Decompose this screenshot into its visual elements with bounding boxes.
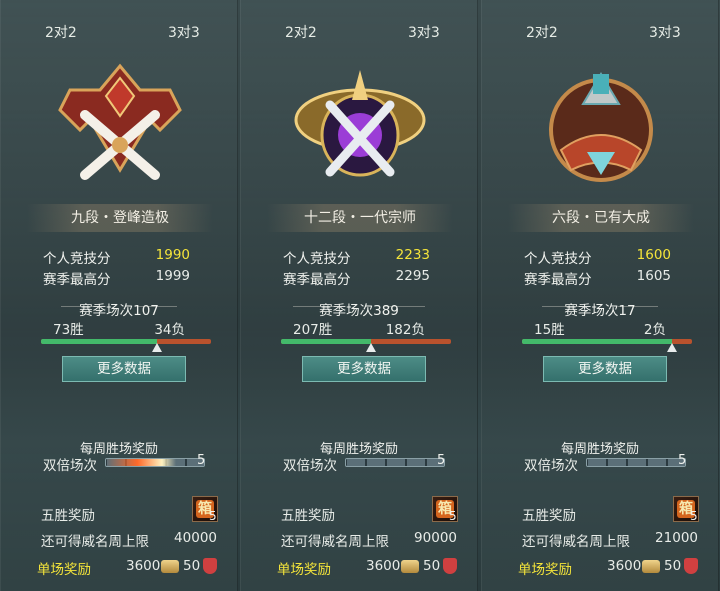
season-high-value: 2295 xyxy=(395,268,430,284)
losses-count: 182负 xyxy=(385,322,425,338)
win-marker xyxy=(151,343,162,352)
single-shield-value: 50 xyxy=(664,558,682,574)
tab-2v2[interactable]: 2对2 xyxy=(45,22,77,42)
rank-title: 九段・登峰造极 xyxy=(27,204,213,232)
five-win-count: 5 xyxy=(690,509,698,523)
five-win-count: 5 xyxy=(449,509,457,523)
double-label: 双倍场次 xyxy=(283,458,337,474)
single-reward-label: 单场奖励 xyxy=(277,562,331,578)
cap-label: 还可得威名周上限 xyxy=(522,534,630,550)
losses-count: 34负 xyxy=(154,322,185,338)
tab-2v2[interactable]: 2对2 xyxy=(526,22,558,42)
mode-tabs: 2对2 3对3 xyxy=(241,0,477,46)
coin-icon xyxy=(642,560,660,573)
season-high-label: 赛季最高分 xyxy=(283,272,351,288)
cap-value: 21000 xyxy=(655,530,698,546)
season-high-value: 1999 xyxy=(155,268,190,284)
mode-tabs: 2对2 3对3 xyxy=(1,0,237,46)
season-matches: 赛季场次107 xyxy=(79,303,159,319)
win-loss-bar xyxy=(281,339,451,352)
wins-count: 207胜 xyxy=(293,322,333,338)
single-reward-label: 单场奖励 xyxy=(37,562,91,578)
wins-count: 73胜 xyxy=(53,322,84,338)
shield-icon xyxy=(203,558,217,574)
coin-icon xyxy=(161,560,179,573)
personal-score-value: 1600 xyxy=(636,247,671,263)
double-bar xyxy=(586,456,692,468)
cap-label: 还可得威名周上限 xyxy=(41,534,149,550)
double-bar xyxy=(345,456,451,468)
single-reward-label: 单场奖励 xyxy=(518,562,572,578)
double-count: 5 xyxy=(437,453,446,468)
rank-title: 十二段・一代宗师 xyxy=(267,204,453,232)
losses-count: 2负 xyxy=(643,322,666,338)
rank-emblem-icon xyxy=(294,70,426,177)
rank-panel-1: 2对2 3对3 九段・登峰造极 个人竞技分 1990 赛季最高分 1999 赛季… xyxy=(0,0,238,591)
cap-value: 40000 xyxy=(174,530,217,546)
win-loss-bar xyxy=(522,339,692,352)
coin-icon xyxy=(401,560,419,573)
cap-value: 90000 xyxy=(414,530,457,546)
cap-label: 还可得威名周上限 xyxy=(281,534,389,550)
season-high-label: 赛季最高分 xyxy=(43,272,111,288)
more-data-button[interactable]: 更多数据 xyxy=(62,356,186,382)
win-fill xyxy=(41,339,157,344)
win-fill xyxy=(522,339,672,344)
personal-score-label: 个人竞技分 xyxy=(524,251,592,267)
personal-score-value: 2233 xyxy=(395,247,430,263)
win-loss-bar xyxy=(41,339,211,352)
win-marker xyxy=(366,343,377,352)
rank-title: 六段・已有大成 xyxy=(508,204,694,232)
season-high-label: 赛季最高分 xyxy=(524,272,592,288)
personal-score-label: 个人竞技分 xyxy=(43,251,111,267)
rank-panel-2: 2对2 3对3 十二段・一代宗师 个人竞技分 2233 赛季最高分 2295 赛… xyxy=(240,0,478,591)
mode-tabs: 2对2 3对3 xyxy=(482,0,718,46)
double-count: 5 xyxy=(197,453,206,468)
five-win-label: 五胜奖励 xyxy=(281,508,335,524)
rank-panel-3: 2对2 3对3 六段・已有大成 个人竞技分 1600 赛季最高分 1605 赛季… xyxy=(481,0,719,591)
shield-icon xyxy=(684,558,698,574)
season-high-value: 1605 xyxy=(636,268,671,284)
shield-icon xyxy=(443,558,457,574)
tab-3v3[interactable]: 3对3 xyxy=(408,22,440,42)
tab-3v3[interactable]: 3对3 xyxy=(168,22,200,42)
single-coin-value: 3600 xyxy=(126,558,161,574)
season-matches: 赛季场次389 xyxy=(319,303,399,319)
season-matches: 赛季场次17 xyxy=(564,303,636,319)
rank-emblem-icon xyxy=(58,63,182,180)
win-marker xyxy=(666,343,677,352)
five-win-count: 5 xyxy=(209,509,217,523)
single-coin-value: 3600 xyxy=(607,558,642,574)
tab-2v2[interactable]: 2对2 xyxy=(285,22,317,42)
personal-score-label: 个人竞技分 xyxy=(283,251,351,267)
single-shield-value: 50 xyxy=(183,558,201,574)
single-coin-value: 3600 xyxy=(366,558,401,574)
five-win-label: 五胜奖励 xyxy=(522,508,576,524)
wins-count: 15胜 xyxy=(534,322,565,338)
tab-3v3[interactable]: 3对3 xyxy=(649,22,681,42)
more-data-button[interactable]: 更多数据 xyxy=(302,356,426,382)
rank-emblem-icon xyxy=(549,72,653,182)
double-count: 5 xyxy=(678,453,687,468)
win-fill xyxy=(281,339,372,344)
more-data-button[interactable]: 更多数据 xyxy=(543,356,667,382)
double-label: 双倍场次 xyxy=(524,458,578,474)
double-label: 双倍场次 xyxy=(43,458,97,474)
single-shield-value: 50 xyxy=(423,558,441,574)
personal-score-value: 1990 xyxy=(155,247,190,263)
double-bar xyxy=(105,456,211,468)
five-win-label: 五胜奖励 xyxy=(41,508,95,524)
